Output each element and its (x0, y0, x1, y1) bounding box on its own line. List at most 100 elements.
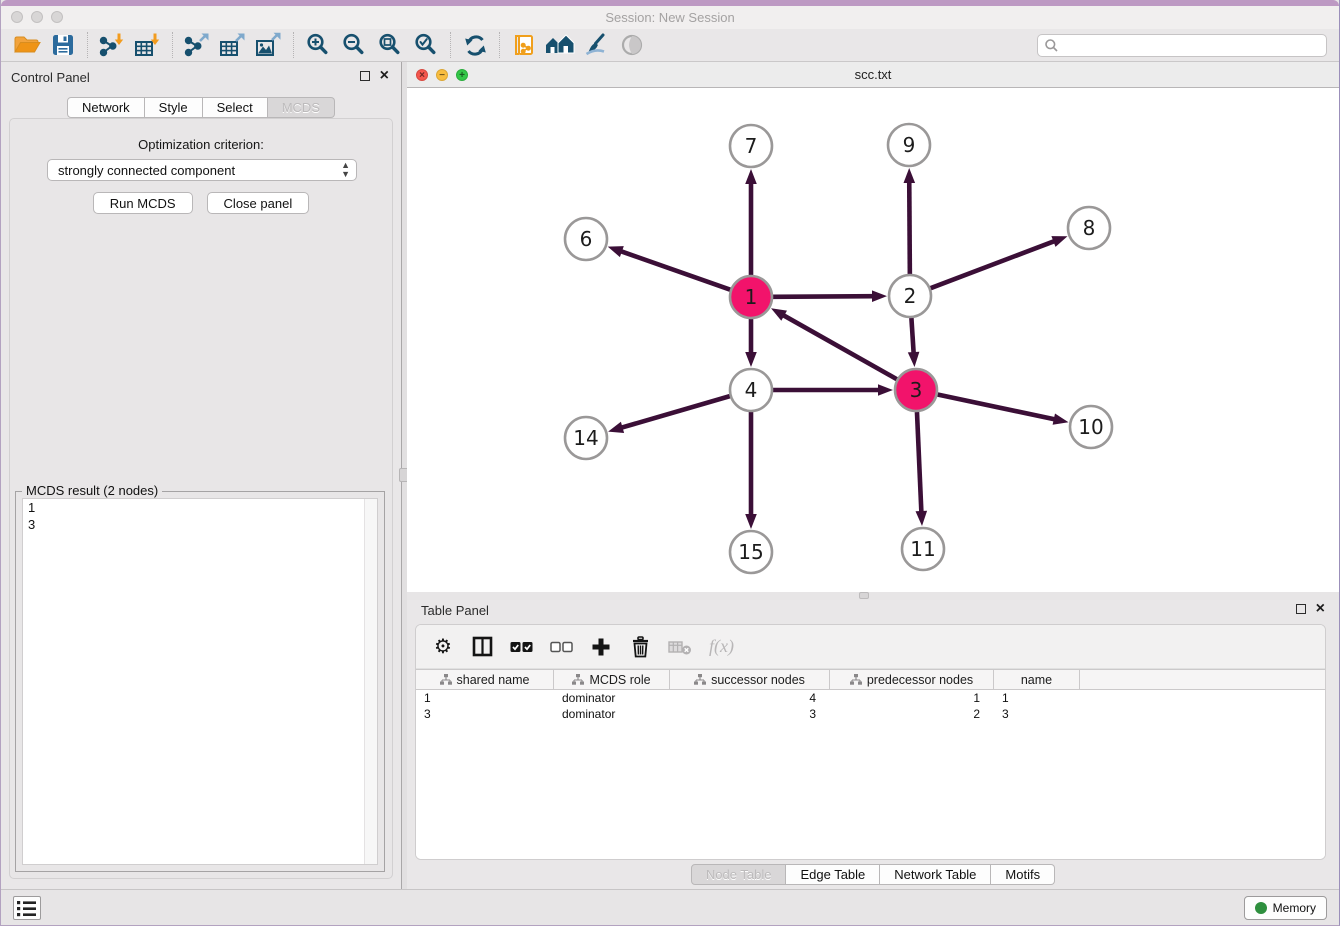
export-table-icon[interactable] (215, 30, 251, 60)
import-table-icon[interactable] (130, 30, 166, 60)
tab-network-table[interactable]: Network Table (880, 864, 991, 885)
graph-node-label: 2 (904, 284, 917, 308)
mcds-result-list[interactable]: 1 3 (22, 498, 378, 865)
application-window: Session: New Session (0, 0, 1340, 926)
float-panel-icon[interactable] (1296, 604, 1306, 614)
network-graph[interactable]: 7968124314101511 (407, 88, 1335, 592)
graph-edge[interactable] (909, 180, 910, 274)
deselect-all-icon[interactable] (550, 634, 573, 660)
toolbar-separator (293, 32, 294, 58)
graph-edge[interactable] (619, 251, 730, 290)
tab-style[interactable]: Style (145, 97, 203, 118)
memory-button[interactable]: Memory (1244, 896, 1327, 920)
graph-edge[interactable] (620, 396, 730, 428)
graph-edge[interactable] (938, 395, 1057, 420)
cell-shared-name[interactable]: 1 (416, 690, 554, 706)
cell-predecessor-nodes[interactable]: 2 (830, 706, 994, 722)
close-panel-icon[interactable]: × (380, 71, 389, 81)
main-toolbar (1, 29, 1339, 62)
export-network-icon[interactable] (179, 30, 215, 60)
delete-column-icon[interactable] (629, 634, 651, 660)
table-toolbar: ⚙ (416, 625, 1325, 669)
window-title: Session: New Session (1, 10, 1339, 25)
network-titlebar: × − + scc.txt (407, 62, 1339, 88)
list-icon (16, 899, 38, 918)
cell-mcds-role[interactable]: dominator (554, 690, 670, 706)
result-scrollbar[interactable] (364, 499, 377, 864)
clone-network-icon[interactable] (506, 30, 542, 60)
table-body: 1 dominator 4 1 1 3 dominator 3 2 3 (416, 690, 1325, 859)
graph-edge-arrowhead (1053, 414, 1069, 425)
graph-node-label: 10 (1078, 415, 1103, 439)
zoom-selected-icon[interactable] (408, 30, 444, 60)
control-panel: Control Panel × Network Style Select MCD… (1, 62, 402, 889)
graph-edge[interactable] (931, 240, 1057, 288)
tab-mcds[interactable]: MCDS (268, 97, 335, 118)
import-network-icon[interactable] (94, 30, 130, 60)
chevron-updown-icon: ▲▼ (341, 161, 350, 179)
task-history-button[interactable] (13, 896, 41, 920)
cell-successor-nodes[interactable]: 4 (670, 690, 830, 706)
cell-name[interactable]: 3 (994, 706, 1080, 722)
network-canvas[interactable]: 7968124314101511 (407, 88, 1339, 592)
graph-node-label: 6 (580, 227, 593, 251)
tab-select[interactable]: Select (203, 97, 268, 118)
zoom-in-icon[interactable] (300, 30, 336, 60)
column-settings-icon[interactable]: ⚙ (432, 634, 454, 660)
toggle-panes-icon[interactable] (471, 634, 493, 660)
cell-mcds-role[interactable]: dominator (554, 706, 670, 722)
zoom-out-icon[interactable] (336, 30, 372, 60)
select-all-icon[interactable] (510, 634, 533, 660)
cell-successor-nodes[interactable]: 3 (670, 706, 830, 722)
cell-name[interactable]: 1 (994, 690, 1080, 706)
control-panel-title: Control Panel (11, 70, 90, 85)
close-panel-button[interactable]: Close panel (207, 192, 310, 214)
table-panel-title: Table Panel (421, 603, 489, 618)
splitter-handle[interactable] (859, 592, 869, 599)
column-header-name[interactable]: name (994, 670, 1080, 689)
float-panel-icon[interactable] (360, 71, 370, 81)
toolbar-separator (87, 32, 88, 58)
column-type-icon (694, 674, 706, 686)
table-row[interactable]: 1 dominator 4 1 1 (416, 690, 1325, 706)
graph-edge[interactable] (773, 296, 875, 297)
graph-edge-arrowhead (872, 290, 887, 302)
tab-edge-table[interactable]: Edge Table (786, 864, 880, 885)
graph-edge-arrowhead (745, 169, 757, 184)
memory-label: Memory (1273, 901, 1316, 915)
horizontal-splitter[interactable] (407, 592, 1339, 600)
show-hide-icon[interactable] (614, 30, 650, 60)
column-header-shared-name[interactable]: shared name (416, 670, 554, 689)
search-icon (1044, 38, 1059, 53)
mcds-result-group: MCDS result (2 nodes) 1 3 (15, 491, 385, 872)
apply-style-icon[interactable] (578, 30, 614, 60)
tab-network[interactable]: Network (67, 97, 145, 118)
column-header-predecessor-nodes[interactable]: predecessor nodes (830, 670, 994, 689)
result-node: 3 (23, 516, 377, 533)
search-input[interactable] (1059, 37, 1320, 55)
export-image-icon[interactable] (251, 30, 287, 60)
refresh-icon[interactable] (457, 30, 493, 60)
open-folder-icon[interactable] (9, 30, 45, 60)
graph-edge[interactable] (781, 314, 896, 379)
tab-node-table[interactable]: Node Table (691, 864, 787, 885)
close-panel-icon[interactable]: × (1316, 604, 1325, 614)
graph-edge[interactable] (911, 318, 913, 355)
cell-predecessor-nodes[interactable]: 1 (830, 690, 994, 706)
run-mcds-button[interactable]: Run MCDS (93, 192, 193, 214)
table-row[interactable]: 3 dominator 3 2 3 (416, 706, 1325, 722)
search-field[interactable] (1037, 34, 1327, 57)
network-title: scc.txt (407, 67, 1339, 82)
tab-motifs[interactable]: Motifs (991, 864, 1055, 885)
graph-edge[interactable] (917, 412, 921, 514)
optimization-criterion-select[interactable]: strongly connected component ▲▼ (47, 159, 357, 181)
first-neighbors-icon[interactable] (542, 30, 578, 60)
column-header-mcds-role[interactable]: MCDS role (554, 670, 670, 689)
column-header-successor-nodes[interactable]: successor nodes (670, 670, 830, 689)
table-panel: Table Panel × ⚙ (407, 600, 1339, 889)
save-icon[interactable] (45, 30, 81, 60)
cell-shared-name[interactable]: 3 (416, 706, 554, 722)
column-type-icon (850, 674, 862, 686)
zoom-fit-icon[interactable] (372, 30, 408, 60)
add-column-icon[interactable] (590, 634, 612, 660)
